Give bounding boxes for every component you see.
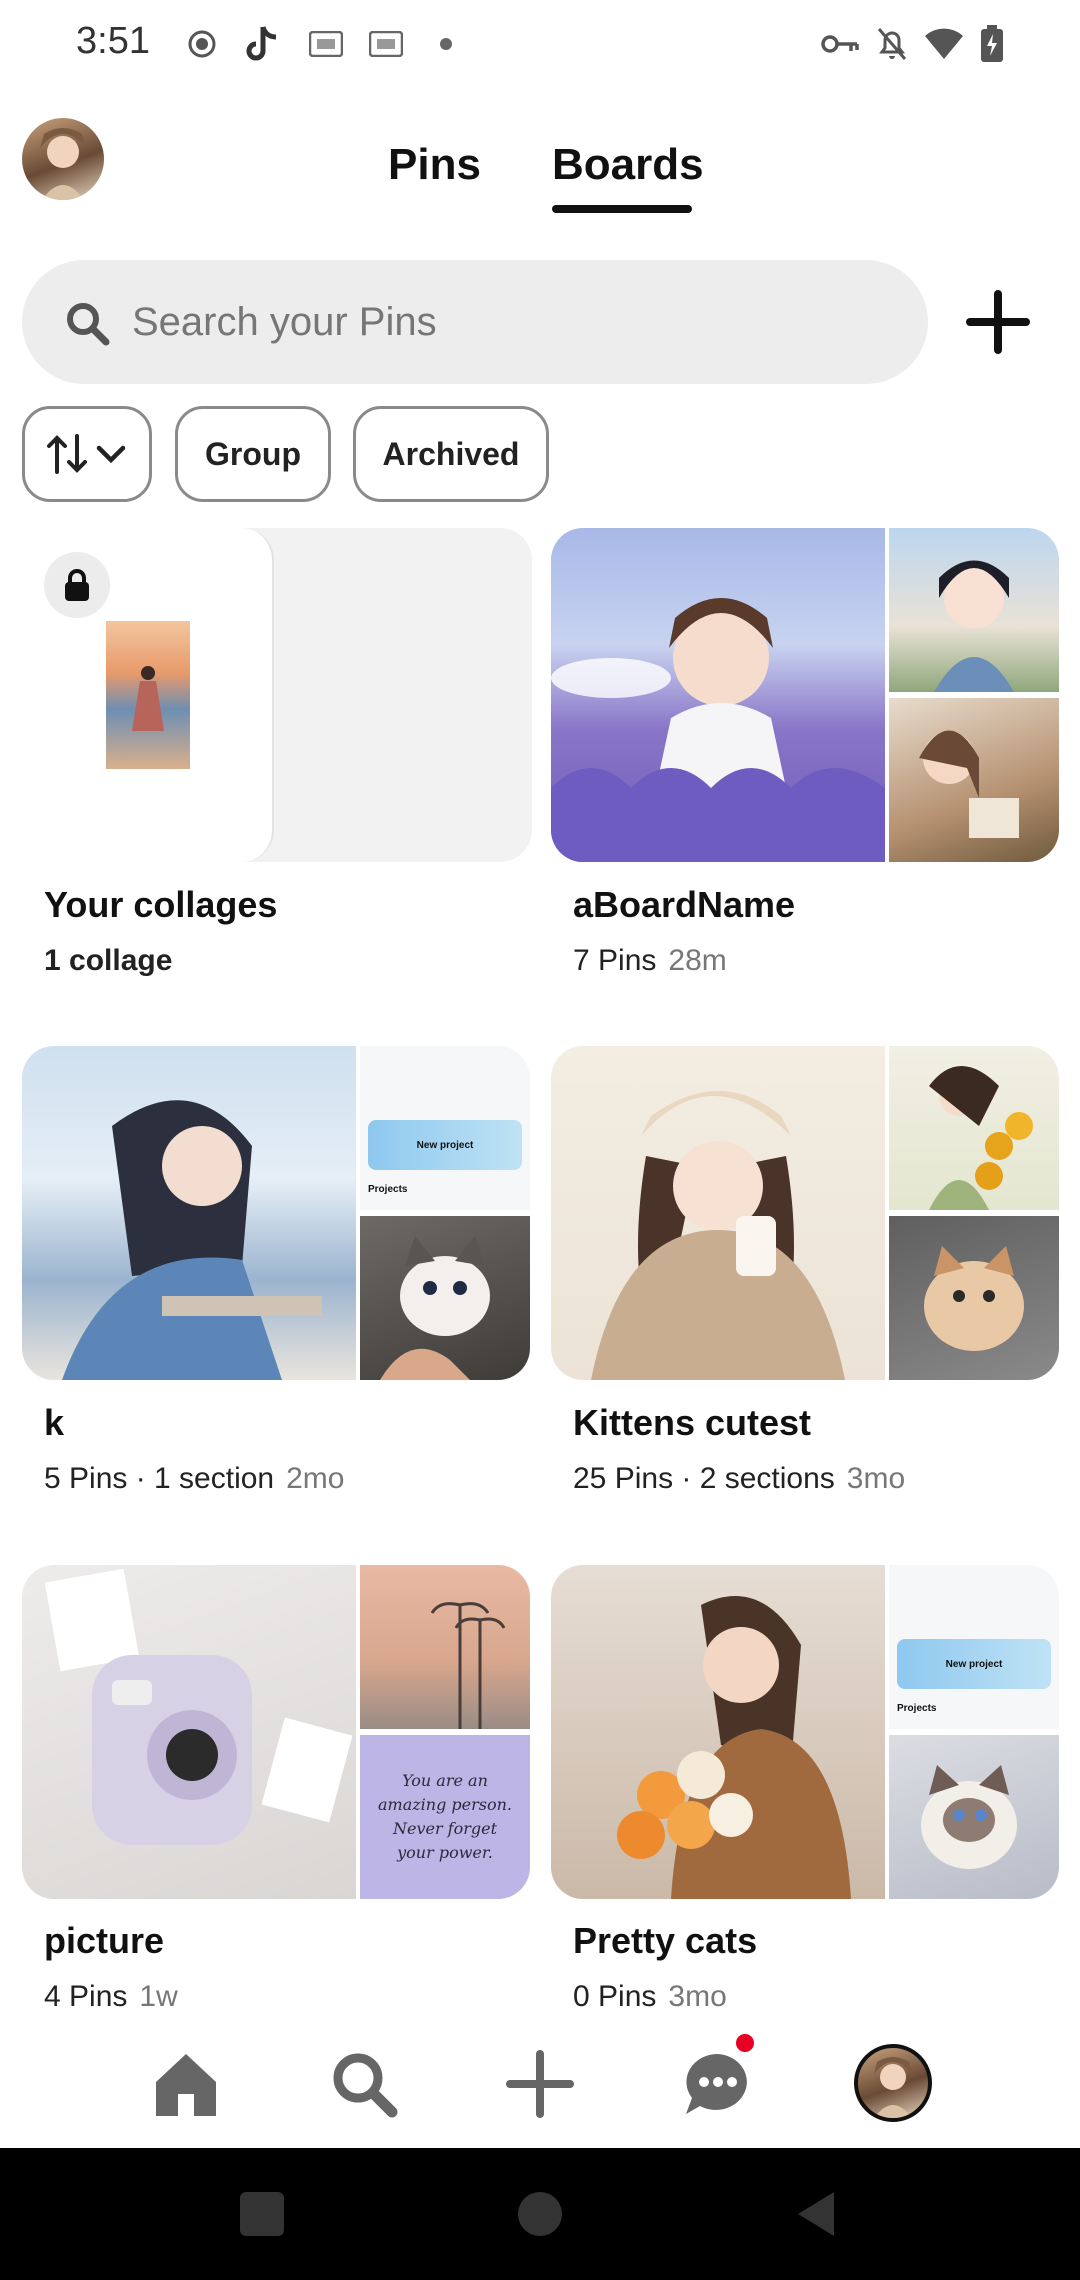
collage-thumbnail	[106, 621, 190, 769]
group-filter-chip[interactable]: Group	[175, 406, 331, 502]
projects-label: Projects	[897, 1703, 937, 1714]
board-card[interactable]	[551, 528, 1059, 862]
vpn-key-icon	[820, 24, 860, 64]
board-thumb-image	[889, 1216, 1059, 1380]
profile-avatar[interactable]	[854, 2044, 932, 2122]
board-card[interactable]	[551, 1046, 1059, 1380]
board-cover-image	[551, 1565, 885, 1899]
tiktok-icon	[242, 24, 282, 64]
board-card[interactable]	[22, 528, 532, 862]
board-title[interactable]: picture	[44, 1920, 164, 1962]
search-icon	[64, 300, 110, 346]
tab-boards[interactable]: Boards	[552, 140, 704, 190]
iqiyi-icon	[306, 24, 346, 64]
battery-charging-icon	[972, 24, 1012, 64]
dot-icon	[426, 24, 466, 64]
board-meta: 0 Pins 3mo	[573, 1980, 727, 2013]
quote-text: You are an amazing person. Never forget …	[377, 1771, 513, 1862]
recents-square-icon[interactable]	[240, 2192, 284, 2236]
search-icon[interactable]	[326, 2046, 402, 2122]
board-cover-image	[551, 528, 885, 862]
board-thumb-image	[360, 1565, 530, 1729]
board-cover-image	[551, 1046, 885, 1380]
back-triangle-icon[interactable]	[794, 2190, 838, 2243]
notification-dot	[736, 2034, 754, 2052]
status-bar: 3:51	[0, 0, 1080, 90]
new-project-label: New project	[897, 1639, 1051, 1689]
iqiyi-icon	[366, 24, 406, 64]
board-card[interactable]: New project Projects	[22, 1046, 530, 1380]
board-thumb-image	[889, 698, 1059, 862]
board-title[interactable]: Kittens cutest	[573, 1402, 811, 1444]
sort-arrows-icon	[47, 434, 126, 474]
board-meta: 7 Pins 28m	[573, 944, 727, 977]
board-thumb-image: You are an amazing person. Never forget …	[360, 1735, 530, 1899]
clock: 3:51	[76, 20, 150, 62]
add-board-button[interactable]	[960, 284, 1036, 360]
board-thumb-image	[360, 1216, 530, 1380]
board-thumb-image	[889, 1046, 1059, 1210]
board-meta: 4 Pins 1w	[44, 1980, 178, 2013]
create-plus-icon[interactable]	[502, 2046, 578, 2122]
sort-button[interactable]	[22, 406, 152, 502]
record-icon	[182, 24, 222, 64]
plus-icon	[966, 290, 1030, 354]
board-title[interactable]: k	[44, 1402, 64, 1444]
lock-icon	[44, 552, 110, 618]
board-title[interactable]: Pretty cats	[573, 1920, 757, 1962]
board-meta: 5 Pins · 1 section 2mo	[44, 1462, 345, 1495]
new-project-label: New project	[368, 1120, 522, 1170]
board-thumb-image: New project Projects	[889, 1565, 1059, 1729]
board-title[interactable]: Your collages	[44, 884, 277, 926]
tab-pins[interactable]: Pins	[388, 140, 481, 190]
archived-filter-chip[interactable]: Archived	[353, 406, 549, 502]
board-card[interactable]: You are an amazing person. Never forget …	[22, 1565, 530, 1899]
board-thumb-image	[889, 528, 1059, 692]
profile-avatar[interactable]	[22, 118, 104, 200]
home-circle-icon[interactable]	[518, 2192, 562, 2236]
board-cover-image	[22, 1046, 356, 1380]
board-title[interactable]: aBoardName	[573, 884, 795, 926]
active-tab-indicator	[552, 205, 692, 213]
board-meta: 1 collage	[44, 944, 173, 977]
messages-icon[interactable]	[680, 2046, 756, 2122]
home-icon[interactable]	[148, 2046, 224, 2122]
board-meta: 25 Pins · 2 sections 3mo	[573, 1462, 906, 1495]
bell-off-icon	[872, 24, 912, 64]
projects-label: Projects	[368, 1184, 408, 1195]
board-cover-image	[22, 1565, 356, 1899]
board-card[interactable]: New project Projects	[551, 1565, 1059, 1899]
board-thumb-image: New project Projects	[360, 1046, 530, 1210]
search-input[interactable]: Search your Pins	[132, 300, 437, 345]
wifi-icon	[924, 24, 964, 64]
board-thumb-image	[889, 1735, 1059, 1899]
